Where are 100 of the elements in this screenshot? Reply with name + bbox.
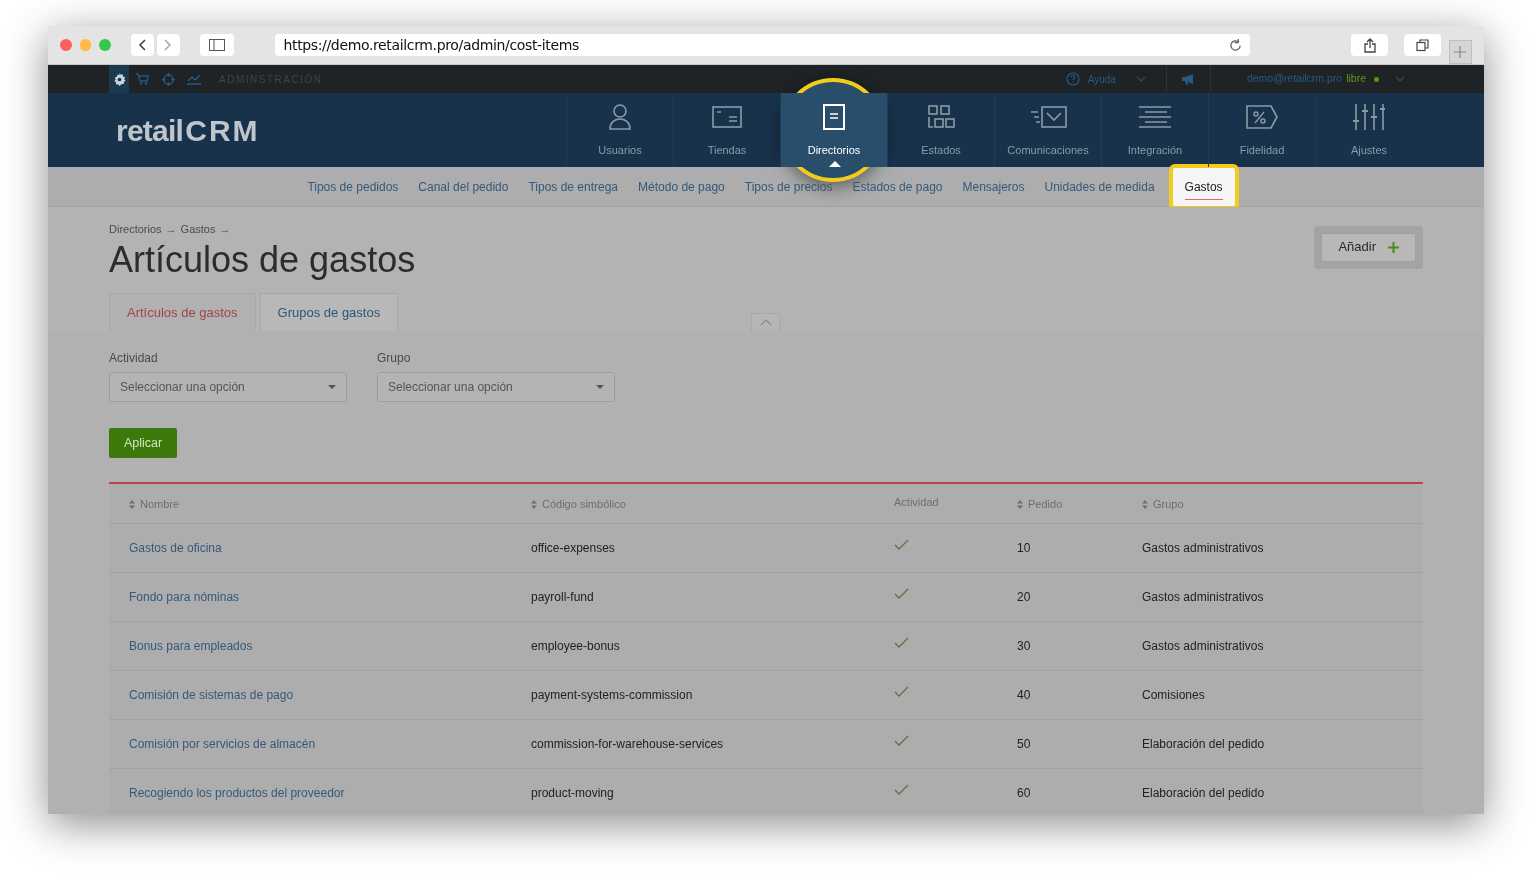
help-link[interactable]: Ayuda <box>1087 71 1116 87</box>
subnav-link[interactable]: Estados de pago <box>852 177 943 196</box>
url-text: https://demo.retailcrm.pro/admin/cost-items <box>283 35 579 55</box>
person-icon <box>608 102 632 131</box>
select-field[interactable]: Seleccionar una opción <box>377 372 615 402</box>
crosshair-icon[interactable] <box>161 72 175 86</box>
subnav-link[interactable]: Método de pago <box>638 177 725 196</box>
group-cell-text: Elaboración del pedido <box>1142 785 1266 802</box>
tab[interactable]: Artículos de gastos <box>109 293 256 331</box>
column-header[interactable]: Pedido <box>1028 496 1063 513</box>
dropdown-caret-icon <box>596 385 604 389</box>
sliders-icon <box>1353 102 1385 131</box>
subnav-link[interactable]: Canal del pedido <box>418 177 509 196</box>
tab[interactable]: Grupos de gastos <box>259 293 399 331</box>
subnav-link[interactable]: Tipos de pedidos <box>307 177 399 196</box>
share-button[interactable] <box>1351 34 1389 56</box>
cost-item-link[interactable]: Recogiendo los productos del proveedor <box>129 784 531 802</box>
subnav-link[interactable]: Unidades de medida <box>1044 177 1155 196</box>
cost-item-link[interactable]: Comisión por servicios de almacén <box>129 735 531 753</box>
caret-icon[interactable] <box>1135 76 1146 82</box>
breadcrumb-separator: → <box>165 222 177 237</box>
chart-icon[interactable] <box>187 73 201 85</box>
chevron-up-icon <box>759 319 772 326</box>
subnav-link[interactable]: Mensajeros <box>962 177 1025 196</box>
megaphone-icon[interactable] <box>1180 73 1196 85</box>
breadcrumb-separator: → <box>219 222 231 237</box>
order-cell-text: 20 <box>1017 589 1032 606</box>
subnav-link[interactable]: Tipos de entrega <box>528 177 619 196</box>
column-header: Actividad <box>894 495 939 511</box>
dropdown-caret-icon <box>328 385 336 389</box>
order-cell-text: 30 <box>1017 638 1032 655</box>
settings-icon[interactable] <box>112 72 126 86</box>
group-cell-text: Gastos administrativos <box>1142 638 1265 655</box>
breadcrumb-link[interactable]: Directorios <box>109 221 162 238</box>
window-icon <box>712 104 742 129</box>
nav-item[interactable]: Directorios <box>780 93 887 167</box>
chevron-right-icon <box>164 39 173 51</box>
plan-label: libre <box>1346 71 1366 87</box>
user-email[interactable]: demo@retailcrm.pro <box>1246 71 1343 87</box>
new-tab-button[interactable] <box>1448 40 1472 64</box>
tabs-icon <box>1415 38 1429 52</box>
subnav-link[interactable]: Gastos <box>1168 163 1239 210</box>
column-header[interactable]: Grupo <box>1153 496 1184 513</box>
percent-tag-icon <box>1246 104 1278 129</box>
sort-icon[interactable] <box>1017 500 1023 509</box>
cost-item-link[interactable]: Bonus para empleados <box>129 637 531 655</box>
chevron-left-icon <box>138 39 147 51</box>
cart-icon[interactable] <box>135 73 149 85</box>
order-cell-text: 40 <box>1017 687 1032 704</box>
subnav-link[interactable]: Tipos de precios <box>744 177 833 196</box>
code-cell-text: employee-bonus <box>531 638 621 655</box>
order-cell-text: 60 <box>1017 785 1032 802</box>
page-title: Artículos de gastos <box>109 237 416 282</box>
breadcrumb-link[interactable]: Gastos <box>180 221 216 238</box>
code-cell-text: product-moving <box>531 785 615 802</box>
caret-icon[interactable] <box>1395 76 1405 82</box>
retailcrm-logo[interactable]: retailCRM <box>116 107 566 153</box>
group-cell-text: Comisiones <box>1142 687 1206 704</box>
column-header[interactable]: Código simbólico <box>542 496 626 513</box>
cost-item-link[interactable]: Comisión de sistemas de pago <box>129 686 531 704</box>
document-icon <box>822 102 846 131</box>
sidebar-icon <box>209 39 226 51</box>
collapse-button[interactable] <box>751 313 780 331</box>
sort-icon[interactable] <box>129 500 135 509</box>
reload-icon[interactable] <box>1229 38 1243 52</box>
order-cell-text: 10 <box>1017 540 1032 557</box>
back-button[interactable] <box>130 34 154 56</box>
code-cell-text: commission-for-warehouse-services <box>531 736 725 753</box>
cost-item-link[interactable]: Gastos de oficina <box>129 539 531 557</box>
sidebar-button[interactable] <box>199 34 235 56</box>
order-cell-text: 50 <box>1017 736 1032 753</box>
group-cell-text: Elaboración del pedido <box>1142 736 1266 753</box>
code-cell-text: office-expenses <box>531 540 616 557</box>
cost-item-link[interactable]: Fondo para nóminas <box>129 588 531 606</box>
group-cell-text: Gastos administrativos <box>1142 589 1265 606</box>
close-window-button[interactable] <box>60 39 72 51</box>
minimize-window-button[interactable] <box>79 39 92 51</box>
address-field[interactable]: https://demo.retailcrm.pro/admin/cost-items <box>275 34 1251 56</box>
lines-icon <box>1138 104 1172 129</box>
sort-icon[interactable] <box>531 500 537 509</box>
apply-button[interactable]: Aplicar <box>109 428 177 458</box>
column-header[interactable]: Nombre <box>140 496 180 513</box>
filter-label: Grupo <box>377 350 412 367</box>
group-cell-text: Gastos administrativos <box>1142 540 1265 557</box>
plus-icon <box>1388 241 1399 253</box>
forward-button[interactable] <box>156 34 180 56</box>
filter-label: Actividad <box>109 350 159 367</box>
envelope-icon <box>1029 104 1067 129</box>
sort-icon[interactable] <box>1142 500 1148 509</box>
code-cell-text: payroll-fund <box>531 589 595 606</box>
help-icon[interactable] <box>1065 72 1080 86</box>
grid-icon <box>927 103 955 130</box>
share-icon <box>1363 37 1376 53</box>
plus-icon <box>1454 46 1467 58</box>
active-pointer <box>829 161 841 167</box>
maximize-window-button[interactable] <box>99 39 111 51</box>
add-button[interactable]: Añadir <box>1321 232 1416 262</box>
tabs-button[interactable] <box>1404 34 1441 56</box>
code-cell-text: payment-systems-commission <box>531 687 694 704</box>
select-field[interactable]: Seleccionar una opción <box>109 372 347 402</box>
